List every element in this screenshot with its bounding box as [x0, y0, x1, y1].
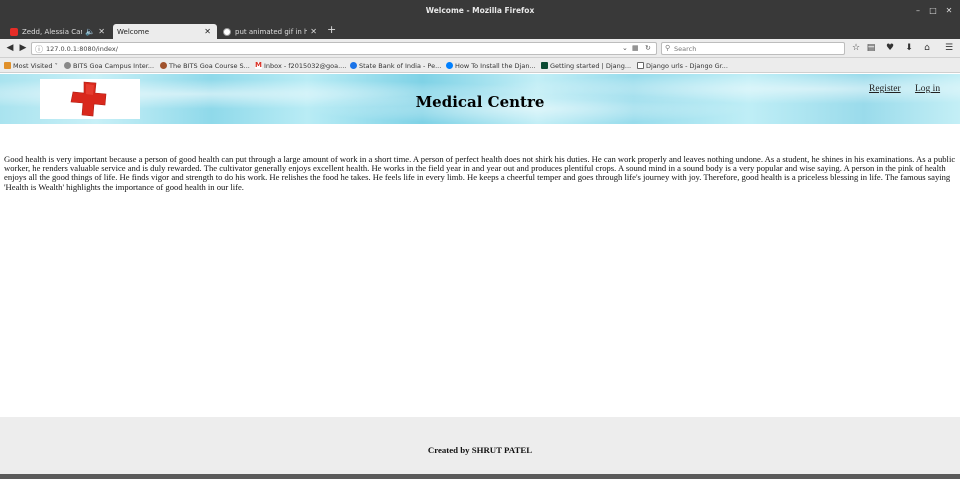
- navigation-toolbar: ◀ ▶ ⓘ ⌄ ▦ ↻ ⚲ ☆ ▤ ♥ ⬇ ⌂ ☰: [0, 39, 960, 58]
- url-input[interactable]: [46, 43, 626, 54]
- bookmark-django-start[interactable]: Getting started | Djang...: [541, 60, 631, 71]
- sbi-icon: [350, 62, 357, 69]
- youtube-icon: [10, 27, 18, 36]
- bookmark-star-icon[interactable]: ☆: [850, 42, 862, 54]
- gmail-icon: M: [255, 61, 262, 69]
- bookmark-label: Most Visited: [13, 61, 53, 70]
- page-footer: Created by SHRUT PATEL: [0, 417, 960, 474]
- dropdown-icon[interactable]: ⌄: [622, 43, 628, 54]
- page-header: Medical Centre Register Log in: [0, 74, 960, 124]
- pocket-icon[interactable]: ♥: [884, 42, 896, 54]
- tab-animated-gif[interactable]: put animated gif in html ✕: [219, 24, 323, 39]
- new-tab-button[interactable]: +: [327, 24, 336, 36]
- tab-label: Welcome: [117, 27, 150, 36]
- site-info-icon[interactable]: ⓘ: [35, 44, 43, 55]
- search-input[interactable]: [674, 43, 842, 54]
- bookmark-django-urls[interactable]: Django urls - Django Gr...: [637, 60, 728, 71]
- chevron-down-icon: ˅: [54, 61, 58, 70]
- bookmark-most-visited[interactable]: Most Visited ˅: [4, 60, 58, 71]
- medical-cross-logo: [40, 79, 140, 119]
- login-link[interactable]: Log in: [915, 84, 940, 94]
- back-icon[interactable]: ◀: [4, 42, 16, 54]
- search-bar[interactable]: ⚲: [661, 42, 845, 55]
- reader-view-icon[interactable]: ▦: [632, 43, 639, 54]
- globe-icon: [64, 62, 71, 69]
- site-icon: [160, 62, 167, 69]
- minimize-icon[interactable]: –: [912, 5, 924, 17]
- bookmark-bits-course[interactable]: The BITS Goa Course S...: [160, 60, 250, 71]
- tab-close-icon[interactable]: ✕: [310, 27, 317, 36]
- do-icon: [446, 62, 453, 69]
- django-icon: [541, 62, 548, 69]
- forward-icon[interactable]: ▶: [17, 42, 29, 54]
- bookmark-label: Getting started | Djang...: [550, 61, 632, 70]
- footer-credit: Created by SHRUT PATEL: [427, 445, 533, 455]
- url-bar[interactable]: ⓘ ⌄ ▦ ↻: [31, 42, 657, 55]
- bookmark-label: Inbox - f2015032@goa....: [264, 61, 347, 70]
- health-paragraph: Good health is very important because a …: [4, 154, 956, 192]
- tab-label: put animated gif in html: [235, 27, 308, 36]
- bookmark-bits-campus[interactable]: BITS Goa Campus Inter...: [64, 60, 154, 71]
- tab-close-icon[interactable]: ✕: [98, 27, 105, 36]
- speaker-icon[interactable]: 🔈: [85, 27, 95, 36]
- close-icon[interactable]: ✕: [943, 5, 955, 17]
- bookmark-label: Django urls - Django Gr...: [646, 61, 728, 70]
- page-title: Medical Centre: [415, 93, 545, 111]
- search-icon: ⚲: [665, 44, 671, 52]
- page-icon: [637, 62, 644, 69]
- library-icon[interactable]: ▤: [865, 42, 877, 54]
- folder-icon: [4, 62, 11, 69]
- bookmark-gmail-inbox[interactable]: M Inbox - f2015032@goa....: [255, 60, 346, 71]
- tab-label: Zedd, Alessia Cara -: [22, 27, 82, 36]
- google-icon: [223, 27, 231, 36]
- bookmark-label: How To Install the Djan...: [455, 61, 536, 70]
- bookmark-label: The BITS Goa Course S...: [169, 61, 250, 70]
- tab-welcome[interactable]: Welcome ✕: [113, 24, 217, 39]
- reload-icon[interactable]: ↻: [645, 43, 651, 54]
- maximize-icon[interactable]: □: [927, 5, 939, 17]
- bookmark-sbi[interactable]: State Bank of India - Pe...: [350, 60, 441, 71]
- register-link[interactable]: Register: [869, 84, 901, 94]
- menu-icon[interactable]: ☰: [943, 42, 955, 54]
- horizontal-scrollbar[interactable]: [0, 474, 960, 479]
- download-icon[interactable]: ⬇: [903, 42, 915, 54]
- bookmark-label: State Bank of India - Pe...: [359, 61, 442, 70]
- window-title: Welcome - Mozilla Firefox: [425, 6, 535, 15]
- bookmarks-toolbar: Most Visited ˅ BITS Goa Campus Inter... …: [0, 58, 960, 73]
- tab-strip: Zedd, Alessia Cara - 🔈 ✕ Welcome ✕ put a…: [0, 22, 960, 39]
- window-titlebar: Welcome - Mozilla Firefox – □ ✕: [0, 0, 960, 22]
- bookmark-install-django[interactable]: How To Install the Djan...: [446, 60, 536, 71]
- tab-youtube[interactable]: Zedd, Alessia Cara - 🔈 ✕: [6, 24, 111, 39]
- bookmark-label: BITS Goa Campus Inter...: [73, 61, 155, 70]
- home-icon[interactable]: ⌂: [921, 42, 933, 54]
- tab-close-icon[interactable]: ✕: [204, 27, 211, 36]
